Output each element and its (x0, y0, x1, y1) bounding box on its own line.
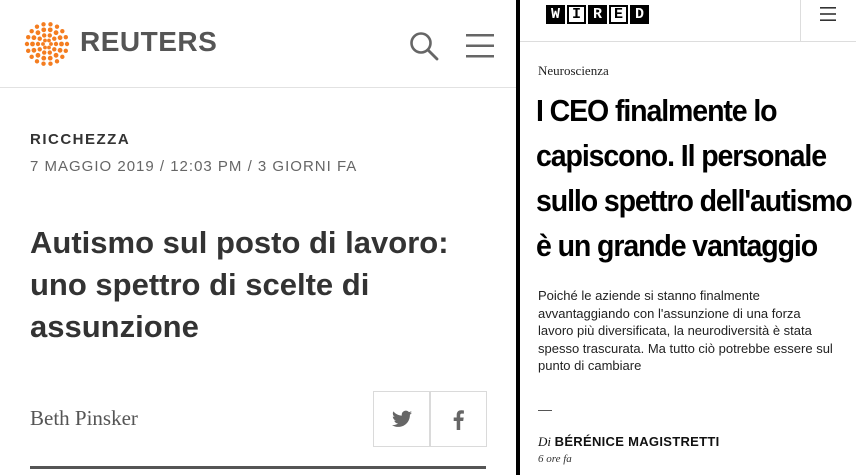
reuters-logo-icon[interactable] (22, 19, 72, 69)
wired-logo-letter: I (567, 5, 586, 24)
wired-logo-letter: D (630, 5, 649, 24)
menu-icon[interactable] (819, 6, 837, 22)
section-label[interactable]: RICCHEZZA (30, 131, 130, 148)
header-separator (800, 0, 801, 42)
wired-logo-letter: E (609, 5, 628, 24)
twitter-icon (392, 410, 412, 427)
author-name[interactable]: BÉRÉNICE MAGISTRETTI (555, 434, 720, 449)
wired-logo-letter: R (588, 5, 607, 24)
publish-time: 6 ore fa (538, 453, 572, 465)
facebook-share-button[interactable] (430, 391, 487, 447)
article-summary: Poiché le aziende si stanno finalmente a… (538, 288, 833, 373)
facebook-icon (453, 410, 464, 430)
twitter-share-button[interactable] (373, 391, 430, 447)
title-line: sullo spettro dell'autismo (536, 183, 853, 218)
wired-header: W I R E D (520, 0, 856, 42)
wired-logo[interactable]: W I R E D (546, 5, 651, 24)
title-line: I CEO finalmente lo (536, 93, 778, 128)
author-name[interactable]: Beth Pinsker (30, 406, 138, 431)
dash-divider (538, 410, 552, 411)
article-title: I CEO finalmente lo capiscono. Il person… (536, 88, 853, 268)
reuters-article-panel: REUTERS RICCHEZZA 7 MAGGIO 2019 / 12:03 … (0, 0, 516, 475)
byline: Di BÉRÉNICE MAGISTRETTI (538, 434, 720, 450)
article-title: Autismo sul posto di lavoro: uno spettro… (30, 225, 449, 344)
menu-icon[interactable] (464, 32, 496, 60)
title-line: capiscono. Il personale (536, 138, 827, 173)
byline-prefix: Di (538, 434, 551, 449)
wired-logo-letter: W (546, 5, 565, 24)
section-kicker[interactable]: Neuroscienza (538, 63, 609, 79)
search-icon[interactable] (408, 30, 440, 62)
reuters-header: REUTERS (0, 0, 516, 88)
reuters-brand-name[interactable]: REUTERS (80, 26, 217, 58)
bottom-rule (30, 466, 486, 469)
dateline: 7 MAGGIO 2019 / 12:03 PM / 3 GIORNI FA (30, 158, 358, 175)
title-line: è un grande vantaggio (536, 228, 818, 263)
wired-article-panel: W I R E D Neuroscienza I CEO finalmente … (520, 0, 856, 475)
